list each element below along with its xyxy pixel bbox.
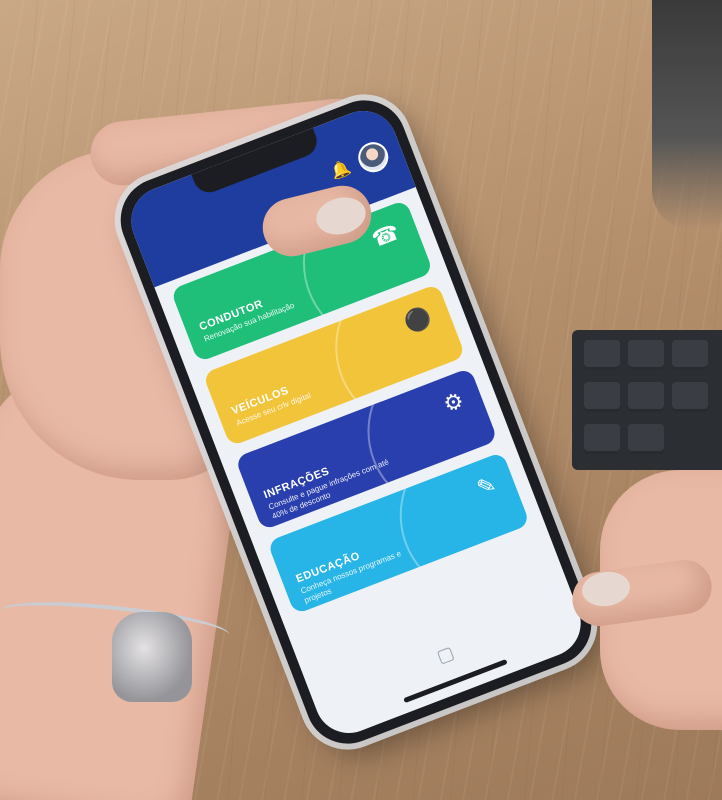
driver-icon: ☎ [368,218,403,253]
hair [652,0,722,230]
header-actions: 🔔 [326,137,393,187]
keyboard-key [584,340,620,370]
keyboard-key [628,424,664,454]
card-title: EDUCAÇÃO [294,549,362,586]
keyboard [572,330,722,470]
keyboard-key [628,340,664,370]
car-icon: ⚫ [400,303,435,337]
photo-scene: 🔔 ☎ CONDUTOR Renovação sua habilitação ⚫… [0,0,722,800]
bottom-nav-icon[interactable]: ▢ [434,642,457,668]
keyboard-key [672,340,708,370]
avatar[interactable] [353,137,393,177]
bell-icon[interactable]: 🔔 [328,157,354,183]
keyboard-key [584,424,620,454]
education-icon: ✎ [473,471,500,501]
bracelet-charm [112,612,192,702]
keyboard-key [672,382,708,412]
ticket-icon: ⚙ [439,387,468,418]
keyboard-key [584,382,620,412]
keyboard-key [628,382,664,412]
